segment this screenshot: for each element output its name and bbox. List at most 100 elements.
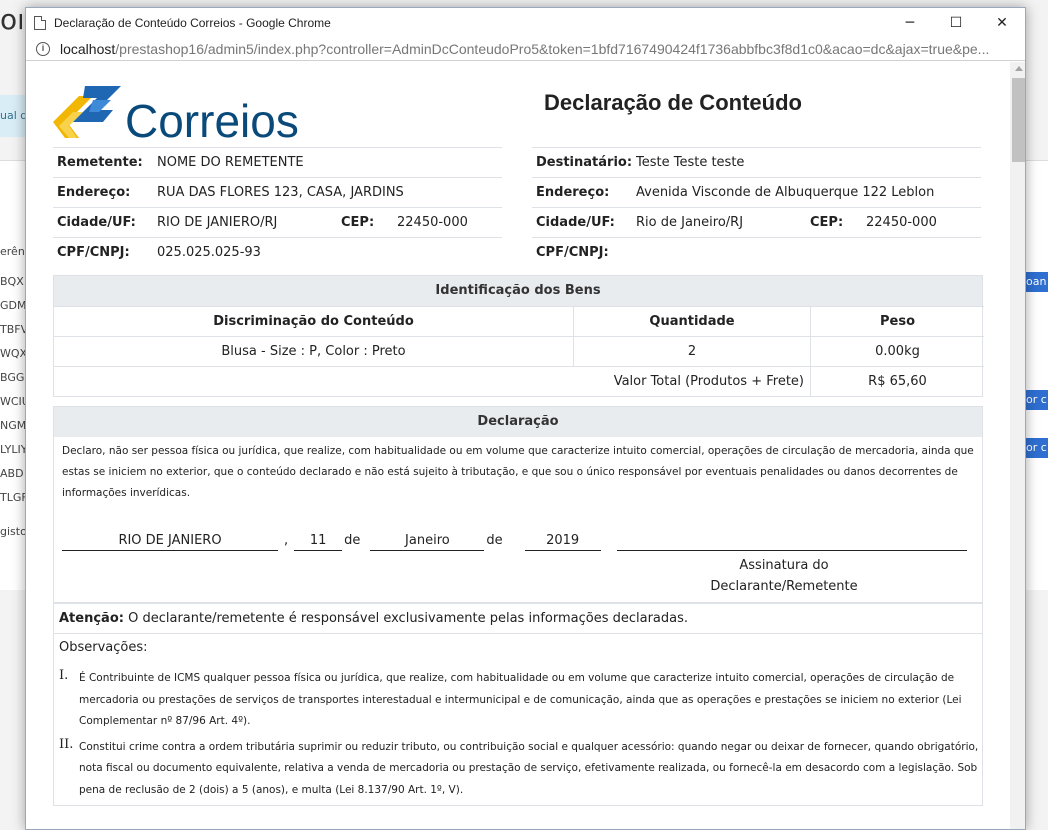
minimize-button[interactable]: ─ xyxy=(887,8,933,37)
observation-item: I. É Contribuinte de ICMS qualquer pesso… xyxy=(54,668,982,733)
declaration-day: 11 xyxy=(294,531,343,551)
recipient-cep-value: 22450-000 xyxy=(866,215,937,230)
vertical-scrollbar[interactable] xyxy=(1010,62,1025,829)
sender-name-value: NOME DO REMETENTE xyxy=(157,155,304,170)
url-path: /prestashop16/admin5/index.php?controlle… xyxy=(115,40,990,57)
de-separator-2: de xyxy=(486,533,503,548)
page-content: Correios Declaração de Conteúdo Remetent… xyxy=(26,62,1010,829)
document-title: Declaração de Conteúdo xyxy=(544,90,802,115)
recipient-name-value: Teste Teste teste xyxy=(636,155,745,170)
recipient-cep-label: CEP: xyxy=(810,215,844,230)
column-header-quantity: Quantidade xyxy=(573,306,810,336)
recipient-address-row: Endereço: Avenida Visconde de Albuquerqu… xyxy=(532,177,981,207)
observations-title: Observações: xyxy=(59,640,148,655)
background-row: gistos xyxy=(0,525,26,538)
total-value: R$ 65,60 xyxy=(810,366,984,396)
close-button[interactable]: ✕ xyxy=(979,8,1025,37)
background-right-panel xyxy=(1026,160,1048,590)
window-title: Declaração de Conteúdo Correios - Google… xyxy=(54,15,331,30)
sender-address-label: Endereço: xyxy=(57,185,131,200)
item-quantity: 2 xyxy=(573,336,810,366)
sender-city-row: Cidade/UF: RIO DE JANIERO/RJ CEP: 22450-… xyxy=(53,207,502,237)
background-row[interactable]: GDM xyxy=(0,296,26,316)
declaration-text: Declaro, não ser pessoa física ou jurídi… xyxy=(62,445,974,499)
declaration-city: RIO DE JANIERO xyxy=(62,531,278,551)
attention-text: O declarante/remetente é responsável exc… xyxy=(123,611,689,626)
background-title: ont xyxy=(0,3,22,36)
de-separator-1: de xyxy=(344,533,361,548)
correios-logo-icon xyxy=(53,86,121,138)
background-row[interactable]: NGMI xyxy=(0,416,26,436)
background-info-alert: ual d xyxy=(0,95,26,137)
recipient-city-value: Rio de Janeiro/RJ xyxy=(636,215,744,230)
chrome-popup-window: Declaração de Conteúdo Correios - Google… xyxy=(25,7,1026,830)
observation-text: Constitui crime contra a ordem tributári… xyxy=(79,740,979,796)
recipient-cpf-label: CPF/CNPJ: xyxy=(536,245,609,260)
signature-caption-line-2: Declarante/Remetente xyxy=(710,579,858,594)
observation-number: II. xyxy=(59,736,74,752)
background-button[interactable]: oan xyxy=(1026,272,1048,292)
sender-cep-value: 22450-000 xyxy=(397,215,468,230)
observation-item: II. Constitui crime contra a ordem tribu… xyxy=(54,737,982,802)
item-description: Blusa - Size : P, Color : Preto xyxy=(54,336,573,366)
recipient-address-value: Avenida Visconde de Albuquerque 122 Lebl… xyxy=(636,185,935,200)
recipient-city-row: Cidade/UF: Rio de Janeiro/RJ CEP: 22450-… xyxy=(532,207,981,237)
recipient-cpf-row: CPF/CNPJ: xyxy=(532,237,981,267)
item-weight: 0.00kg xyxy=(810,336,984,366)
declaration-heading: Declaração xyxy=(54,407,982,437)
sender-cpf-row: CPF/CNPJ: 025.025.025-93 xyxy=(53,237,502,267)
sender-city-label: Cidade/UF: xyxy=(57,215,136,230)
observations-section: Atenção: O declarante/remetente é respon… xyxy=(53,603,983,806)
attention-label: Atenção: xyxy=(59,611,124,626)
declaration-year: 2019 xyxy=(524,531,601,551)
correios-logo-text: Correios xyxy=(125,95,299,147)
background-row[interactable]: TLGF xyxy=(0,488,26,508)
sender-address-row: Endereço: RUA DAS FLORES 123, CASA, JARD… xyxy=(53,177,502,207)
recipient-name-label: Destinatário: xyxy=(536,155,633,170)
sender-block: Remetente: NOME DO REMETENTE Endereço: R… xyxy=(53,147,502,267)
recipient-name-row: Destinatário: Teste Teste teste xyxy=(532,147,981,177)
background-row[interactable]: TBFV xyxy=(0,320,26,340)
scroll-thumb[interactable] xyxy=(1012,78,1025,162)
sender-cep-label: CEP: xyxy=(341,215,375,230)
url-host: localhost xyxy=(60,40,116,57)
background-button[interactable]: or c xyxy=(1026,438,1048,458)
signature-caption: Assinatura do Declarante/Remetente xyxy=(694,555,874,597)
background-row: erên xyxy=(0,245,25,258)
recipient-address-label: Endereço: xyxy=(536,185,610,200)
sender-city-value: RIO DE JANIERO/RJ xyxy=(157,215,278,230)
window-titlebar[interactable]: Declaração de Conteúdo Correios - Google… xyxy=(26,8,1025,37)
recipient-block: Destinatário: Teste Teste teste Endereço… xyxy=(532,147,981,267)
goods-grid: Discriminação do Conteúdo Quantidade Pes… xyxy=(54,306,984,396)
column-header-weight: Peso xyxy=(810,306,984,336)
scroll-up-arrow-icon[interactable] xyxy=(1015,66,1023,71)
url-text[interactable]: localhost/prestashop16/admin5/index.php?… xyxy=(60,41,1000,57)
comma-separator: , xyxy=(284,533,289,548)
background-row[interactable]: WCIU xyxy=(0,392,26,412)
declaration-section: Declaração Declaro, não ser pessoa físic… xyxy=(53,406,983,603)
declaration-date-line: RIO DE JANIERO , 11 de Janeiro de 2019 xyxy=(62,531,967,551)
sender-name-label: Remetente: xyxy=(57,155,143,170)
maximize-button[interactable]: ☐ xyxy=(933,8,979,37)
page-icon xyxy=(34,15,46,30)
background-row[interactable]: ABD xyxy=(0,464,26,484)
info-icon[interactable]: i xyxy=(36,41,50,56)
address-bar[interactable]: i localhost/prestashop16/admin5/index.ph… xyxy=(26,37,1025,61)
observation-text: É Contribuinte de ICMS qualquer pessoa f… xyxy=(79,672,962,727)
signature-line xyxy=(616,531,967,551)
observation-number: I. xyxy=(59,668,69,683)
background-row[interactable]: BQX xyxy=(0,272,26,292)
sender-name-row: Remetente: NOME DO REMETENTE xyxy=(53,147,502,177)
sender-cpf-value: 025.025.025-93 xyxy=(157,245,261,260)
background-row[interactable]: WQX xyxy=(0,344,26,364)
attention-notice: Atenção: O declarante/remetente é respon… xyxy=(54,604,982,634)
goods-section-heading: Identificação dos Bens xyxy=(54,276,982,306)
signature-caption-line-1: Assinatura do xyxy=(739,558,829,573)
background-row[interactable]: LYLIY xyxy=(0,440,26,460)
background-row[interactable]: BGG xyxy=(0,368,26,388)
background-button[interactable]: or c xyxy=(1026,390,1048,410)
sender-address-value: RUA DAS FLORES 123, CASA, JARDINS xyxy=(157,185,404,200)
goods-identification-table: Identificação dos Bens Discriminação do … xyxy=(53,275,984,397)
recipient-city-label: Cidade/UF: xyxy=(536,215,615,230)
correios-logo: Correios xyxy=(53,86,313,147)
